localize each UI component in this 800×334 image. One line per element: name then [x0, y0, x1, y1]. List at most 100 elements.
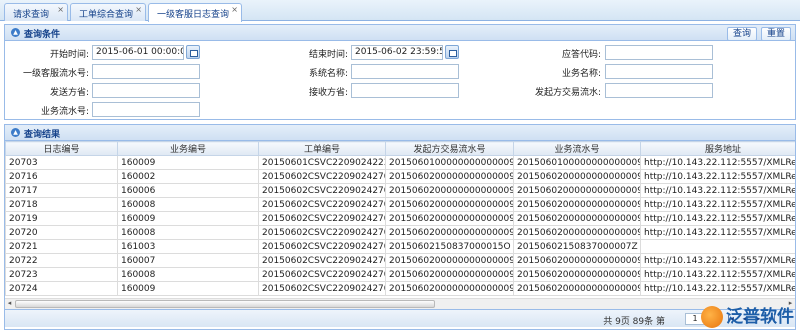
table-row[interactable]: 20719 160009 20150602CSVC2209024270 2015060…: [5, 211, 795, 226]
table-row[interactable]: 20718 160008 20150602CSVC2209024270 2015060…: [5, 197, 795, 212]
table-row[interactable]: 20703 160009 20150601CSVC2209024223 2015060…: [5, 155, 795, 170]
calendar-icon[interactable]: [186, 45, 200, 59]
table-cell: 20150601000000000000090: [513, 155, 641, 170]
scroll-left-icon[interactable]: ◂: [5, 299, 14, 309]
column-header[interactable]: 发起方交易流水号: [385, 141, 514, 156]
table-cell: http://10.143.22.112:5557/XMLReceiver: [640, 211, 795, 226]
table-row[interactable]: 20722 160007 20150602CSVC2209024270 2015060…: [5, 253, 795, 268]
results-panel-header: ▲ 查询结果: [5, 125, 795, 141]
l1-serial-input[interactable]: [92, 64, 200, 79]
table-cell: 20718: [5, 197, 118, 212]
tab-l1-log-query[interactable]: 一级客服日志查询 ×: [148, 3, 242, 22]
column-header[interactable]: 业务流水号: [513, 141, 641, 156]
start-time-label: 开始时间:: [49, 50, 89, 60]
column-header[interactable]: 日志编号: [5, 141, 118, 156]
system-name-input[interactable]: [351, 64, 459, 79]
table-cell: 20150601000000000000090: [385, 155, 514, 170]
table-cell: 20150602CSVC2209024270: [258, 211, 386, 226]
logo-mark-icon: [701, 306, 723, 328]
query-panel-header: ▲ 查询条件 查询 重置: [5, 25, 795, 41]
l1-serial-label: 一级客服流水号:: [22, 69, 89, 79]
table-row[interactable]: 20717 160006 20150602CSVC2209024270 2015060…: [5, 183, 795, 198]
query-button[interactable]: 查询: [727, 27, 757, 41]
table-cell: 20150602000000000000090: [513, 253, 641, 268]
table-cell: 160009: [117, 281, 259, 296]
table-cell: 160008: [117, 197, 259, 212]
table-row[interactable]: 20716 160002 20150602CSVC2209024270 2015060…: [5, 169, 795, 184]
business-serial-input[interactable]: [92, 102, 200, 117]
table-cell: 160006: [117, 183, 259, 198]
table-cell: 20150602000000000000090: [385, 225, 514, 240]
end-time-label: 结束时间:: [308, 50, 348, 60]
table-cell: 161003: [117, 239, 259, 254]
horizontal-scrollbar[interactable]: ◂ ▸: [5, 298, 795, 309]
column-header[interactable]: 服务地址: [640, 141, 795, 156]
results-panel-title: 查询结果: [24, 130, 61, 140]
calendar-icon[interactable]: [445, 45, 459, 59]
table-cell: 20150602000000000000090: [385, 253, 514, 268]
table-cell: 20150602CSVC2209024270: [258, 225, 386, 240]
table-cell: 20150602CSVC2209024270: [258, 197, 386, 212]
tab-request-query[interactable]: 请求查询 ×: [4, 3, 68, 21]
table-cell: 20703: [5, 155, 118, 170]
column-header[interactable]: 工单编号: [258, 141, 386, 156]
table-cell: 20150602CSVC2209024270: [258, 281, 386, 296]
receiver-label: 接收方省:: [308, 88, 348, 98]
tab-work-order-query[interactable]: 工单综合查询 ×: [70, 3, 146, 21]
table-cell: 160008: [117, 225, 259, 240]
table-cell: 20150602000000000000090: [385, 197, 514, 212]
tab-bar: 请求查询 × 工单综合查询 × 一级客服日志查询 ×: [0, 0, 800, 22]
table-cell: 20150602150837000007Z: [513, 239, 641, 254]
collapse-icon[interactable]: ▲: [11, 128, 20, 137]
table-cell: 20150602150837000015O: [385, 239, 514, 254]
table-cell: 20150602CSVC2209024270: [258, 239, 386, 254]
table-cell: [640, 239, 795, 254]
table-cell: 20150602000000000000090: [513, 169, 641, 184]
close-icon[interactable]: ×: [135, 5, 142, 14]
query-panel: ▲ 查询条件 查询 重置 开始时间: 2015-06-01 00:00:00 结…: [4, 24, 796, 120]
initiator-serial-label: 发起方交易流水:: [534, 88, 601, 98]
results-table: 日志编号 业务编号 工单编号 发起方交易流水号 业务流水号 服务地址 20703…: [5, 141, 795, 296]
table-row[interactable]: 20723 160008 20150602CSVC2209024270 2015060…: [5, 267, 795, 282]
business-serial-label: 业务流水号:: [40, 107, 89, 117]
table-cell: 20717: [5, 183, 118, 198]
table-cell: 160009: [117, 211, 259, 226]
logo-text: 泛普软件: [726, 307, 794, 327]
table-cell: 20720: [5, 225, 118, 240]
table-cell: 20150602CSVC2209024270: [258, 267, 386, 282]
column-header[interactable]: 业务编号: [117, 141, 259, 156]
end-time-input[interactable]: 2015-06-02 23:59:59: [351, 45, 443, 60]
table-cell: 160002: [117, 169, 259, 184]
table-cell: 20716: [5, 169, 118, 184]
table-cell: http://10.143.22.112:5557/XMLReceiver: [640, 281, 795, 296]
table-row[interactable]: 20721 161003 20150602CSVC2209024270 2015060…: [5, 239, 795, 254]
business-name-input[interactable]: [605, 64, 713, 79]
table-cell: http://10.143.22.112:5557/XMLReceiver: [640, 169, 795, 184]
table-cell: 20150602000000000000090: [385, 169, 514, 184]
receiver-input[interactable]: [351, 83, 459, 98]
start-time-input[interactable]: 2015-06-01 00:00:00: [92, 45, 184, 60]
table-cell: http://10.143.22.112:5557/XMLReceiver: [640, 155, 795, 170]
response-code-input[interactable]: [605, 45, 713, 60]
table-cell: 20150602000000000000090: [513, 281, 641, 296]
table-cell: 20150602000000000000090: [513, 267, 641, 282]
table-row[interactable]: 20724 160009 20150602CSVC2209024270 2015060…: [5, 281, 795, 296]
table-cell: 160008: [117, 267, 259, 282]
table-row[interactable]: 20720 160008 20150602CSVC2209024270 2015060…: [5, 225, 795, 240]
table-cell: 20150602000000000000090: [513, 183, 641, 198]
reset-button[interactable]: 重置: [761, 27, 791, 41]
scrollbar-thumb[interactable]: [15, 300, 435, 308]
results-panel: ▲ 查询结果 日志编号 业务编号 工单编号 发起方交易流水号 业务流水号 服务地…: [4, 124, 796, 330]
close-icon[interactable]: ×: [231, 5, 238, 14]
table-cell: 20150601CSVC2209024223: [258, 155, 386, 170]
close-icon[interactable]: ×: [57, 5, 64, 14]
table-cell: 20150602000000000000090: [513, 197, 641, 212]
table-cell: 160009: [117, 155, 259, 170]
table-cell: 20150602000000000000090: [513, 225, 641, 240]
collapse-icon[interactable]: ▲: [11, 28, 20, 37]
table-cell: 20150602CSVC2209024270: [258, 169, 386, 184]
table-cell: 20150602CSVC2209024270: [258, 253, 386, 268]
initiator-serial-input[interactable]: [605, 83, 713, 98]
sender-input[interactable]: [92, 83, 200, 98]
table-cell: 20723: [5, 267, 118, 282]
